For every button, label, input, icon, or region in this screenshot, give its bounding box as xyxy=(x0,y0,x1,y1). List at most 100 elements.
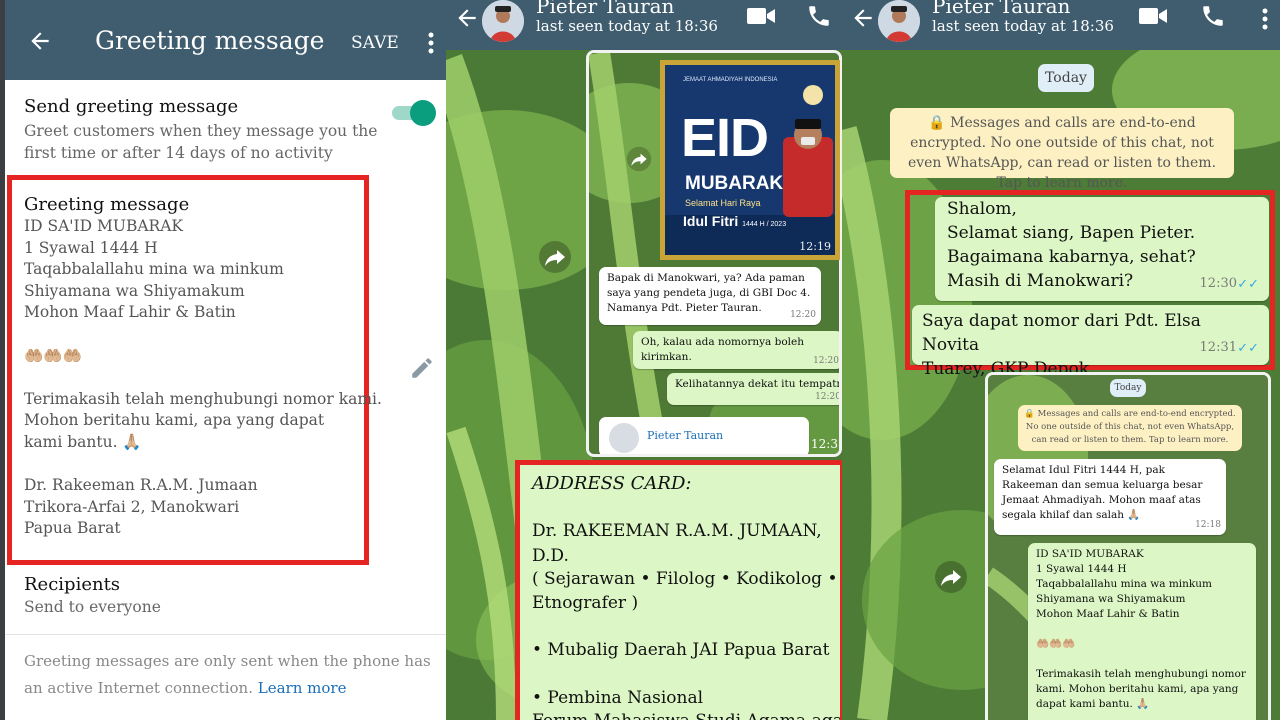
forward-icon[interactable] xyxy=(934,560,968,594)
greeting-message-label: Greeting message xyxy=(24,194,190,215)
chat-header: Pieter Tauran last seen today at 18:36 xyxy=(446,0,842,50)
encryption-notice[interactable]: 🔒 Messages and calls are end-to-end encr… xyxy=(890,108,1234,191)
greeting-emoji-line: 🤲🏼🤲🏼🤲🏼 xyxy=(24,346,82,365)
contact-name[interactable]: Pieter Tauran xyxy=(536,0,674,18)
message-text: Selamat Idul Fitri 1444 H, pak Rakeeman … xyxy=(1002,464,1203,521)
footer-note: Greeting messages are only sent when the… xyxy=(24,648,434,702)
message-text: Kelihatannya dekat itu tempatnya xyxy=(675,378,842,390)
greeting-line: Terimakasih telah menghubungi nomor kami… xyxy=(24,389,382,408)
video-call-icon[interactable] xyxy=(746,5,776,27)
send-greeting-label: Send greeting message xyxy=(24,96,239,117)
outgoing-message[interactable]: ID SA'ID MUBARAK 1 Syawal 1444 H Taqabba… xyxy=(1028,543,1256,720)
recipients-value: Send to everyone xyxy=(24,598,161,616)
greeting-message-text[interactable]: ID SA'ID MUBARAK 1 Syawal 1444 H Taqabba… xyxy=(24,216,382,540)
settings-toolbar: Greeting message SAVE xyxy=(5,0,446,80)
save-button[interactable]: SAVE xyxy=(351,33,399,53)
send-greeting-description: Greet customers when they message you th… xyxy=(24,122,378,162)
incoming-message[interactable]: Selamat Idul Fitri 1444 H, pak Rakeeman … xyxy=(994,459,1226,535)
back-arrow-icon[interactable] xyxy=(454,5,480,31)
greeting-line: Mohon beritahu kami, apa yang dapat kami… xyxy=(24,411,325,451)
address-item: Forum Mahasiswa Studi Agama-agama xyxy=(532,711,840,720)
message-time: 12:30 xyxy=(1199,276,1237,291)
address-roles: Etnografer ) xyxy=(532,593,639,613)
message-line: Shiyamana wa Shiyamakum xyxy=(1036,593,1186,605)
message-time: 12:20 xyxy=(813,356,839,366)
eid-festival: Idul Fitri 1444 H / 2023 xyxy=(683,213,786,229)
message-time: 12:31 xyxy=(1199,340,1237,355)
contact-avatar[interactable] xyxy=(482,0,524,42)
incoming-message[interactable]: Bapak di Manokwari, ya? Ada paman saya y… xyxy=(599,267,821,325)
contact-name: Pieter Tauran xyxy=(647,429,724,442)
greeting-line: Shiyamana wa Shiyamakum xyxy=(24,281,245,300)
message-text: Oh, kalau ada nomornya boleh kirimkan. xyxy=(641,336,805,363)
greeting-line xyxy=(24,324,364,346)
message-line xyxy=(1036,622,1248,637)
encryption-notice[interactable]: 🔒 Messages and calls are end-to-end encr… xyxy=(1018,405,1242,451)
page-title: Greeting message xyxy=(95,26,325,55)
message-time: 12:3 xyxy=(811,437,838,451)
video-call-icon[interactable] xyxy=(1138,5,1168,27)
last-seen-status: last seen today at 18:36 xyxy=(536,17,718,35)
double-check-icon: ✓✓ xyxy=(1237,277,1259,292)
message-time: 12:20 xyxy=(790,310,816,320)
forward-icon[interactable] xyxy=(626,146,652,172)
phone-icon[interactable] xyxy=(1200,3,1226,29)
eid-image-card[interactable]: JEMAAT AHMADIYAH INDONESIA EID MUBARAK S… xyxy=(660,60,840,260)
divider xyxy=(5,634,446,635)
greeting-settings-screen: Greeting message SAVE Send greeting mess… xyxy=(0,0,446,720)
contact-avatar xyxy=(609,423,639,453)
greeting-line xyxy=(24,454,364,476)
message-line: Bagaimana kabarnya, sehat? xyxy=(947,247,1196,267)
embedded-screenshot: Today 🔒 Messages and calls are end-to-en… xyxy=(985,372,1271,720)
contact-name[interactable]: Pieter Tauran xyxy=(932,0,1070,18)
footer-text: Greeting messages are only sent when the… xyxy=(24,652,431,697)
more-vert-icon[interactable] xyxy=(1262,8,1268,30)
more-vert-icon[interactable] xyxy=(428,32,434,54)
pencil-icon[interactable] xyxy=(409,355,435,381)
greeting-line: Mohon Maaf Lahir & Batin xyxy=(24,303,236,322)
back-arrow-icon[interactable] xyxy=(27,28,53,54)
contact-card[interactable]: Pieter Tauran xyxy=(599,417,809,454)
message-line: Taqabbalallahu mina wa minkum xyxy=(1036,578,1213,590)
message-time: 12:19 xyxy=(799,240,831,253)
outgoing-message[interactable]: Kelihatannya dekat itu tempatnya 12:20 xyxy=(667,373,842,405)
avatar-image xyxy=(878,0,920,42)
greeting-line: Papua Barat xyxy=(24,519,121,538)
double-check-icon: ✓✓ xyxy=(1237,341,1259,356)
message-line: Terimakasih telah menghubungi nomor kami… xyxy=(1036,668,1246,710)
message-line: Mohon Maaf Lahir & Batin xyxy=(1036,608,1180,620)
day-label: Today xyxy=(1110,379,1146,397)
last-seen-status: last seen today at 18:36 xyxy=(932,17,1114,35)
phone-icon[interactable] xyxy=(806,3,832,29)
toggle-knob xyxy=(410,100,436,126)
recipients-label[interactable]: Recipients xyxy=(24,574,120,595)
day-label: Today xyxy=(1038,64,1094,92)
message-text: Bapak di Manokwari, ya? Ada paman saya y… xyxy=(607,272,811,314)
address-heading: ADDRESS CARD: xyxy=(532,473,692,494)
message-line: Shalom, xyxy=(947,199,1017,219)
address-name: Dr. RAKEEMAN R.A.M. JUMAAN, xyxy=(532,521,822,541)
outgoing-message[interactable]: Saya dapat nomor dari Pdt. Elsa Novita T… xyxy=(912,305,1269,379)
greeting-line: Taqabbalallahu mina wa minkum xyxy=(24,260,284,279)
greeting-line xyxy=(24,367,364,389)
eid-title: EID xyxy=(681,108,769,168)
message-line: ID SA'ID MUBARAK xyxy=(1036,548,1144,560)
message-line: Selamat siang, Bapen Pieter. xyxy=(947,223,1196,243)
outgoing-message[interactable]: Oh, kalau ada nomornya boleh kirimkan. 1… xyxy=(633,331,839,369)
outgoing-message[interactable]: Shalom, Selamat siang, Bapen Pieter. Bag… xyxy=(935,197,1269,301)
address-roles: ( Sejarawan • Filolog • Kodikolog • xyxy=(532,569,838,589)
forward-icon[interactable] xyxy=(538,240,572,274)
message-time: 12:20 xyxy=(815,392,841,402)
learn-more-link[interactable]: Learn more xyxy=(258,679,347,697)
contact-avatar[interactable] xyxy=(878,0,920,42)
festival-year: 1444 H / 2023 xyxy=(742,221,787,228)
message-line: 🤲🏼🤲🏼🤲🏼 xyxy=(1036,638,1076,650)
greeting-line: 1 Syawal 1444 H xyxy=(24,238,158,257)
send-greeting-toggle[interactable] xyxy=(392,100,436,126)
festival-name: Idul Fitri xyxy=(683,213,739,229)
greeting-line: Trikora-Arfai 2, Manokwari xyxy=(24,497,240,516)
back-arrow-icon[interactable] xyxy=(850,5,876,31)
address-card-message[interactable]: ADDRESS CARD: Dr. RAKEEMAN R.A.M. JUMAAN… xyxy=(515,460,845,720)
eid-subtitle: MUBARAK xyxy=(685,173,784,194)
message-time: 12:18 xyxy=(1195,520,1221,530)
